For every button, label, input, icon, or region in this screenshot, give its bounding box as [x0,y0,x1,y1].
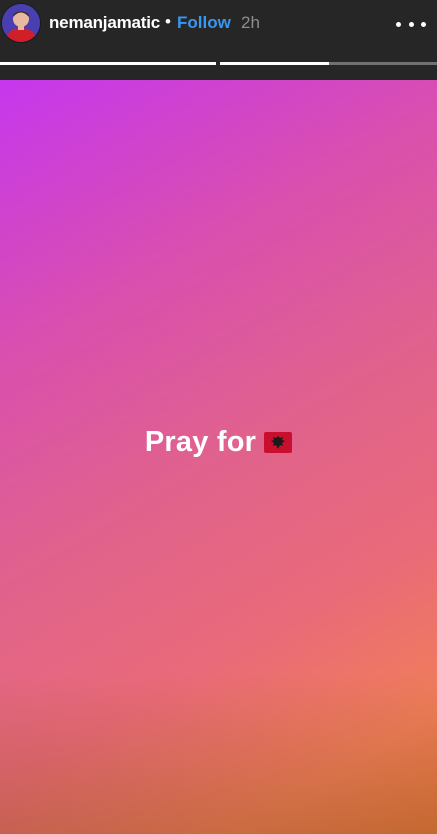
more-options-icon[interactable] [396,14,426,34]
progress-segment [0,62,216,65]
follow-button[interactable]: Follow [177,13,231,33]
progress-segment [220,62,437,65]
story-header: nemanjamatic • Follow 2h [0,0,437,80]
progress-fill [0,62,216,65]
more-dot [421,21,426,27]
username[interactable]: nemanjamatic [49,13,160,33]
story-content[interactable]: Pray for [0,80,437,834]
story-progress [0,62,437,65]
progress-fill [220,62,329,65]
more-dot [408,21,414,27]
avatar[interactable] [1,3,41,43]
albania-flag-icon [264,428,293,461]
story-caption: Pray for [0,426,437,461]
story-viewer: nemanjamatic • Follow 2h Pray for [0,0,437,834]
separator-dot: • [165,12,171,31]
more-dot [396,21,401,27]
caption-text: Pray for [144,426,257,458]
timestamp: 2h [241,13,260,32]
avatar-image [2,4,40,42]
